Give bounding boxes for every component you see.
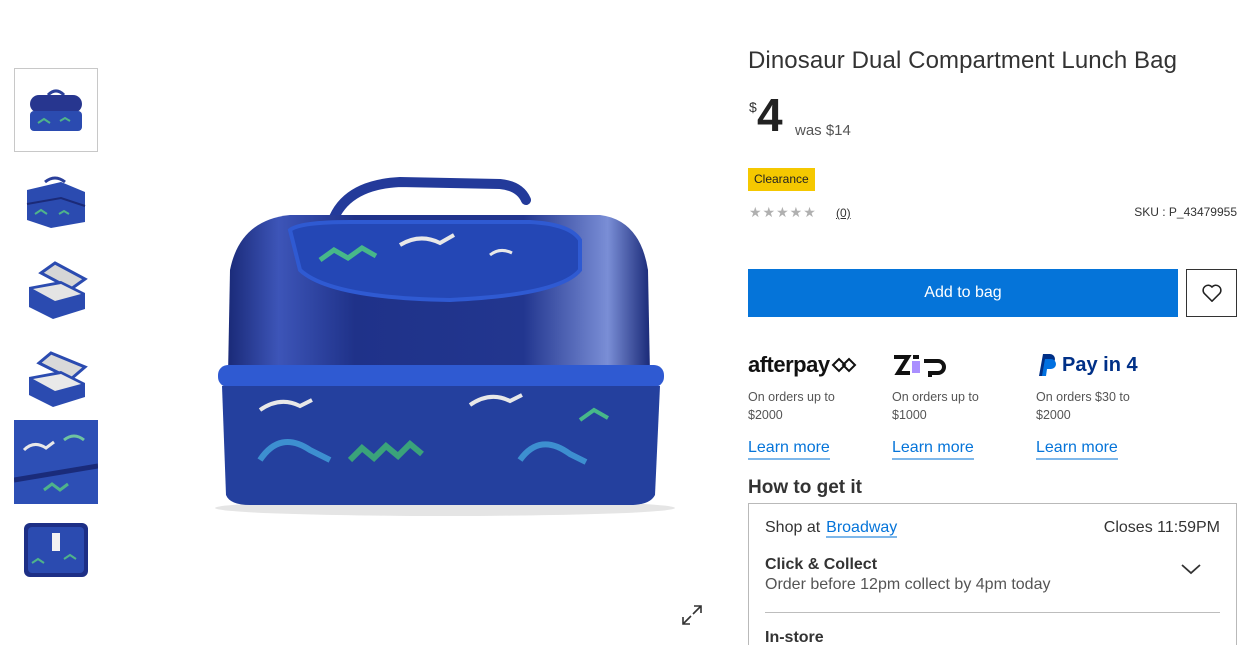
zip-note-line1: On orders up to (892, 390, 979, 404)
afterpay-arrows-icon (831, 357, 857, 373)
paypal-note-line2: $2000 (1036, 408, 1071, 422)
how-to-get-it-heading: How to get it (748, 477, 862, 498)
expand-icon[interactable] (680, 603, 704, 627)
lunch-bag-angle-thumb-image (26, 176, 86, 228)
thumbnail-2[interactable] (14, 158, 98, 242)
lunch-bag-thumb-image (30, 89, 82, 131)
paypal-option: Pay in 4 On orders $30 to $2000 Learn mo… (1036, 350, 1176, 460)
afterpay-logo: afterpay (748, 350, 888, 380)
instore-title: In-store (765, 629, 824, 645)
afterpay-option: afterpay On orders up to $2000 Learn mor… (748, 350, 888, 460)
heart-icon (1201, 284, 1222, 302)
paypal-icon (1039, 354, 1056, 376)
add-to-bag-button[interactable]: Add to bag (748, 269, 1178, 317)
shop-at-label: Shop at (765, 519, 821, 536)
clearance-badge: Clearance (748, 168, 815, 191)
zip-logo-icon (894, 355, 946, 377)
paypal-logo: Pay in 4 (1036, 350, 1176, 380)
rating-stars: ★★★★★ (749, 204, 817, 220)
price-value: 4 (757, 89, 783, 141)
fulfilment-panel: Shop at Broadway Closes 11:59PM Click & C… (748, 503, 1237, 645)
afterpay-note-line1: On orders up to (748, 390, 835, 404)
thumbnail-3[interactable] (14, 246, 98, 330)
zip-learn-more-link[interactable]: Learn more (892, 439, 974, 460)
thumbnail-4[interactable] (14, 334, 98, 418)
store-link[interactable]: Broadway (826, 519, 898, 538)
sku-text: SKU : P_43479955 (1134, 205, 1237, 219)
zip-logo (892, 350, 1032, 380)
paypal-note-line1: On orders $30 to (1036, 390, 1130, 404)
wishlist-button[interactable] (1186, 269, 1237, 317)
thumbnail-5[interactable] (14, 420, 98, 504)
thumbnail-1[interactable] (14, 68, 98, 152)
lunch-bag-closeup-thumb-image (14, 420, 98, 504)
chevron-down-icon[interactable] (1180, 562, 1202, 576)
thumbnail-6[interactable] (14, 508, 98, 592)
afterpay-learn-more-link[interactable]: Learn more (748, 439, 830, 460)
lunch-bag-interior-thumb-image (29, 351, 88, 407)
lunch-bag-label-thumb-image (24, 523, 88, 577)
zip-option: On orders up to $1000 Learn more (892, 350, 1032, 460)
reviews-link[interactable]: (0) (836, 206, 851, 220)
store-closing-time: Closes 11:59PM (1103, 519, 1220, 536)
price-currency: $ (749, 99, 757, 115)
paypal-learn-more-link[interactable]: Learn more (1036, 439, 1118, 460)
lunch-bag-open-thumb-image (29, 261, 88, 319)
product-main-image (215, 176, 675, 516)
product-title: Dinosaur Dual Compartment Lunch Bag (748, 47, 1178, 74)
click-collect-subtitle: Order before 12pm collect by 4pm today (765, 576, 1051, 593)
afterpay-note-line2: $2000 (748, 408, 783, 422)
click-collect-title: Click & Collect (765, 556, 878, 573)
zip-note-line2: $1000 (892, 408, 927, 422)
shop-at-row: Shop at Broadway (765, 519, 898, 538)
was-price: was $14 (795, 122, 851, 139)
divider (765, 612, 1220, 613)
